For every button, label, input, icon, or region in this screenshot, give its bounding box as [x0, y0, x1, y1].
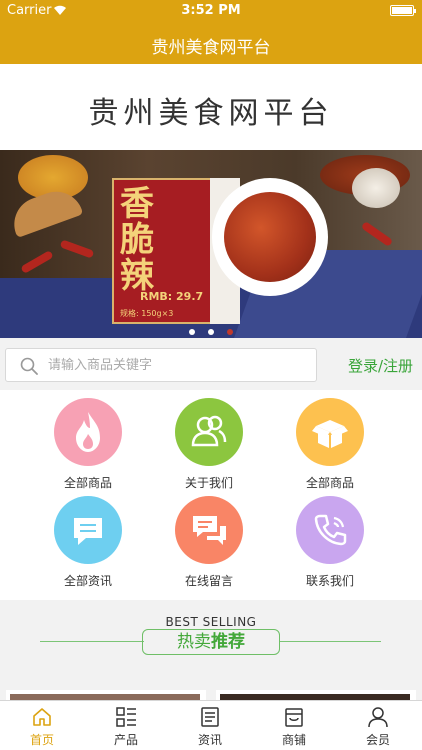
- message-icon: [54, 496, 122, 564]
- package-title: 香脆辣: [120, 184, 154, 296]
- promo-banner[interactable]: 香脆辣 RMB: 29.7 规格: 150g×3: [0, 150, 422, 338]
- hot-title-part1: 热卖: [177, 632, 211, 652]
- pagination-dot[interactable]: [227, 329, 234, 335]
- divider-right: [279, 641, 381, 642]
- menu-item-all-products[interactable]: 全部商品: [28, 398, 148, 491]
- menu-item-contact-us[interactable]: 联系我们: [270, 496, 390, 589]
- product-list: [0, 672, 422, 702]
- category-menu: 全部商品 关于我们 全部商品 全部资讯 在线留言 联系我们: [0, 390, 422, 600]
- package-spec: 规格: 150g×3: [120, 309, 174, 318]
- menu-item-label: 全部资讯: [63, 574, 112, 588]
- menu-item-online-message[interactable]: 在线留言: [149, 496, 269, 589]
- hot-title-part2: 推荐: [211, 632, 245, 652]
- tab-home[interactable]: 首页: [0, 705, 84, 748]
- search-row: 登录/注册: [0, 338, 422, 390]
- flame-icon: [54, 398, 122, 466]
- tab-label: 首页: [29, 733, 54, 747]
- spicy-food-image: [224, 192, 316, 282]
- login-register-link[interactable]: 登录/注册: [348, 355, 413, 376]
- nav-title: 贵州美食网平台: [151, 38, 271, 58]
- store-icon: [252, 705, 336, 729]
- tab-bar: 首页 产品 资讯 商铺 会员: [0, 700, 422, 750]
- site-logo-text: 贵州美食网平台: [88, 96, 334, 131]
- product-package: 香脆辣 RMB: 29.7 规格: 150g×3: [112, 178, 212, 324]
- status-time: 3:52 PM: [181, 3, 241, 18]
- search-box[interactable]: [5, 348, 317, 382]
- hot-section-header: BEST SELLING 热卖推荐: [0, 600, 422, 672]
- search-icon: [20, 357, 38, 379]
- tab-label: 产品: [113, 733, 138, 747]
- best-selling-subtitle: BEST SELLING: [165, 615, 257, 629]
- user-icon: [336, 705, 420, 729]
- top-bar: Carrier 3:52 PM 贵州美食网平台: [0, 0, 422, 64]
- menu-item-label: 关于我们: [184, 476, 233, 490]
- menu-item-all-products-2[interactable]: 全部商品: [270, 398, 390, 491]
- tab-products[interactable]: 产品: [84, 705, 168, 748]
- users-icon: [175, 398, 243, 466]
- package-price: RMB: 29.7: [140, 290, 204, 303]
- tab-news[interactable]: 资讯: [168, 705, 252, 748]
- tab-store[interactable]: 商铺: [252, 705, 336, 748]
- menu-item-about-us[interactable]: 关于我们: [149, 398, 269, 491]
- tab-label: 资讯: [197, 733, 222, 747]
- status-bar: Carrier 3:52 PM: [0, 0, 422, 22]
- garlic-image: [352, 168, 400, 208]
- phone-icon: [296, 496, 364, 564]
- battery-icon: [390, 5, 416, 16]
- chili-image: [59, 239, 95, 259]
- box-icon: [296, 398, 364, 466]
- app-screen: Carrier 3:52 PM 贵州美食网平台 贵州美食网平台 香脆辣 RMB:…: [0, 0, 422, 750]
- chili-image: [20, 250, 54, 274]
- chili-image: [360, 220, 394, 248]
- search-input[interactable]: [48, 349, 308, 381]
- menu-item-label: 联系我们: [305, 574, 354, 588]
- divider-left: [40, 641, 144, 642]
- logo-area: 贵州美食网平台: [0, 64, 422, 150]
- menu-item-label: 在线留言: [184, 574, 233, 588]
- tab-member[interactable]: 会员: [336, 705, 420, 748]
- menu-item-label: 全部商品: [63, 476, 112, 490]
- pagination-dot[interactable]: [188, 329, 195, 335]
- news-icon: [168, 705, 252, 729]
- grid-icon: [84, 705, 168, 729]
- menu-item-all-news[interactable]: 全部资讯: [28, 496, 148, 589]
- hot-title: 热卖推荐: [142, 629, 280, 655]
- tab-label: 商铺: [281, 733, 306, 747]
- pagination-dot[interactable]: [208, 329, 214, 335]
- tab-label: 会员: [365, 733, 390, 747]
- banner-pagination: [0, 320, 422, 338]
- chat-icon: [175, 496, 243, 564]
- menu-item-label: 全部商品: [305, 476, 354, 490]
- home-icon: [0, 705, 84, 729]
